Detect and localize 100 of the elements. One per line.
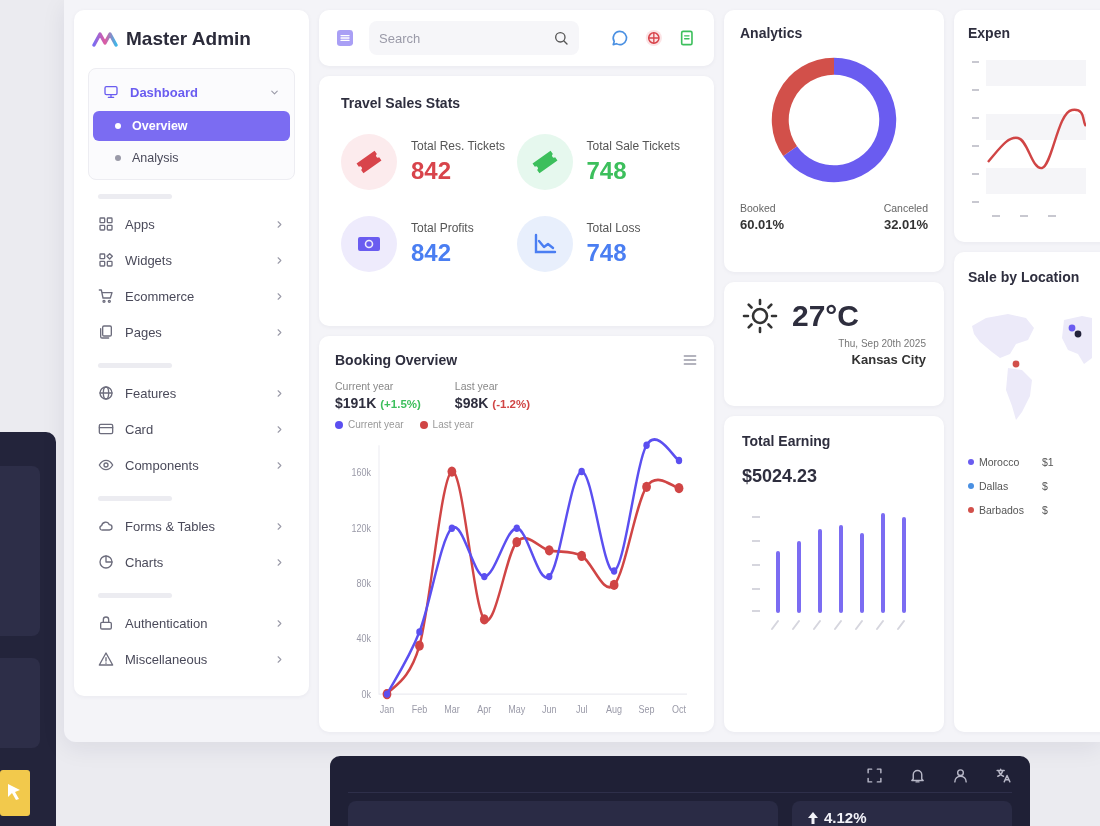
data-point xyxy=(610,567,618,575)
stat-value: 842 xyxy=(411,239,453,267)
app-title: Master Admin xyxy=(126,28,251,50)
data-point xyxy=(416,628,423,636)
summary-label: Booked xyxy=(740,202,777,214)
eye-icon xyxy=(98,457,114,473)
data-point xyxy=(479,614,489,625)
cursor-tile-icon xyxy=(0,770,30,816)
axis-label: 160k xyxy=(351,466,371,479)
data-point xyxy=(512,536,522,548)
axis-label: Oct xyxy=(672,703,686,715)
nav-item[interactable]: Dashboard xyxy=(93,75,290,109)
nav-item[interactable]: Card xyxy=(88,412,295,446)
axis-label: Apr xyxy=(477,703,492,715)
card-title: Travel Sales Stats xyxy=(341,95,461,111)
axis-label: Sep xyxy=(638,703,655,715)
summary-value: 32.01% xyxy=(883,217,928,232)
legend-label: Last year xyxy=(432,419,474,430)
nav-item[interactable]: Authentication xyxy=(88,606,295,640)
data-point xyxy=(674,483,684,494)
menu-icon[interactable] xyxy=(337,28,354,48)
data-point xyxy=(643,441,650,449)
data-point xyxy=(415,640,424,651)
earning-amount: $5024.23 xyxy=(742,466,819,487)
pages-icon xyxy=(98,324,114,340)
crosshair-icon[interactable] xyxy=(644,27,663,49)
data-point xyxy=(609,579,619,590)
banknote-icon xyxy=(341,216,397,272)
nav-item[interactable]: Ecommerce xyxy=(88,279,295,313)
card-title: Sale by Location xyxy=(968,269,1080,285)
stat-label: Total Sale Tickets xyxy=(586,139,680,153)
nav-item[interactable]: Pages xyxy=(88,315,295,349)
warning-icon xyxy=(98,651,114,667)
data-point xyxy=(577,550,587,561)
nav-item[interactable]: Forms & Tables xyxy=(88,509,295,543)
weather-city: Kansas City xyxy=(851,352,926,367)
axis-label: 120k xyxy=(351,522,371,534)
submenu-item[interactable]: Overview xyxy=(93,111,290,141)
location-name: Morocco xyxy=(979,456,1020,468)
nav-item[interactable]: Features xyxy=(88,376,295,410)
stat-label: Total Res. Tickets xyxy=(411,139,506,153)
change-value: (-1.2%) xyxy=(492,398,531,410)
dot-icon xyxy=(115,155,121,161)
search-icon xyxy=(553,30,570,46)
axis-label: 80k xyxy=(356,577,371,590)
search-field[interactable]: Search xyxy=(369,21,580,55)
user-icon xyxy=(952,766,969,784)
stat-label: Total Loss xyxy=(586,221,641,235)
change-value: (+1.5%) xyxy=(380,398,421,410)
axis-label: May xyxy=(508,703,526,715)
grid-icon xyxy=(98,216,114,232)
summary-value: $191K xyxy=(335,395,377,411)
data-point xyxy=(448,524,456,532)
nav-item[interactable]: Miscellaneous xyxy=(88,642,295,676)
nav-item[interactable]: Widgets xyxy=(88,243,295,277)
scan-icon xyxy=(866,766,883,784)
logo-icon xyxy=(92,31,118,47)
data-point xyxy=(546,572,553,581)
legend-label: Current year xyxy=(348,419,404,430)
submenu-item[interactable]: Analysis xyxy=(93,143,290,173)
nav-item[interactable]: Components xyxy=(88,448,295,482)
axis-label: 0k xyxy=(361,687,371,700)
summary-label: Canceled xyxy=(883,202,928,214)
line-chart-icon xyxy=(516,216,573,272)
weather-date: Thu, Sep 20th 2025 xyxy=(838,338,926,349)
menu-icon[interactable] xyxy=(682,352,698,368)
summary-value: 60.01% xyxy=(740,217,785,232)
nav-item[interactable]: Apps xyxy=(88,207,295,241)
location-value: $ xyxy=(1041,504,1049,516)
change-value: 4.12% xyxy=(824,809,867,826)
ticket-icon xyxy=(341,134,397,190)
card-title: Total Earning xyxy=(742,433,831,449)
dot-icon xyxy=(115,123,121,129)
card-title: Expen xyxy=(968,25,1010,41)
nav-item[interactable]: Charts xyxy=(88,545,295,579)
summary-value: $98K xyxy=(454,395,489,411)
location-name: Dallas xyxy=(979,480,1009,492)
data-point xyxy=(675,456,683,465)
axis-label: Jul xyxy=(575,703,588,715)
stat-label: Total Profits xyxy=(411,221,474,235)
sun-icon xyxy=(742,298,778,334)
axis-label: Feb xyxy=(411,703,428,715)
lock-icon xyxy=(98,615,114,631)
pie-icon xyxy=(98,554,114,570)
globe-icon xyxy=(98,385,114,401)
ticket-icon xyxy=(516,134,573,190)
translate-icon xyxy=(995,766,1012,784)
temperature: 27°C xyxy=(792,299,860,333)
location-value: $ xyxy=(1041,480,1049,492)
card-icon xyxy=(98,421,114,437)
data-point xyxy=(447,466,457,477)
summary-label: Current year xyxy=(335,380,395,392)
axis-label: Aug xyxy=(606,703,623,715)
location-value: $1 xyxy=(1041,456,1054,468)
stat-value: 748 xyxy=(586,239,628,267)
cart-icon xyxy=(98,288,114,304)
data-point xyxy=(481,572,488,581)
data-point xyxy=(544,545,554,556)
data-point xyxy=(578,467,585,476)
summary-label: Last year xyxy=(454,380,500,392)
